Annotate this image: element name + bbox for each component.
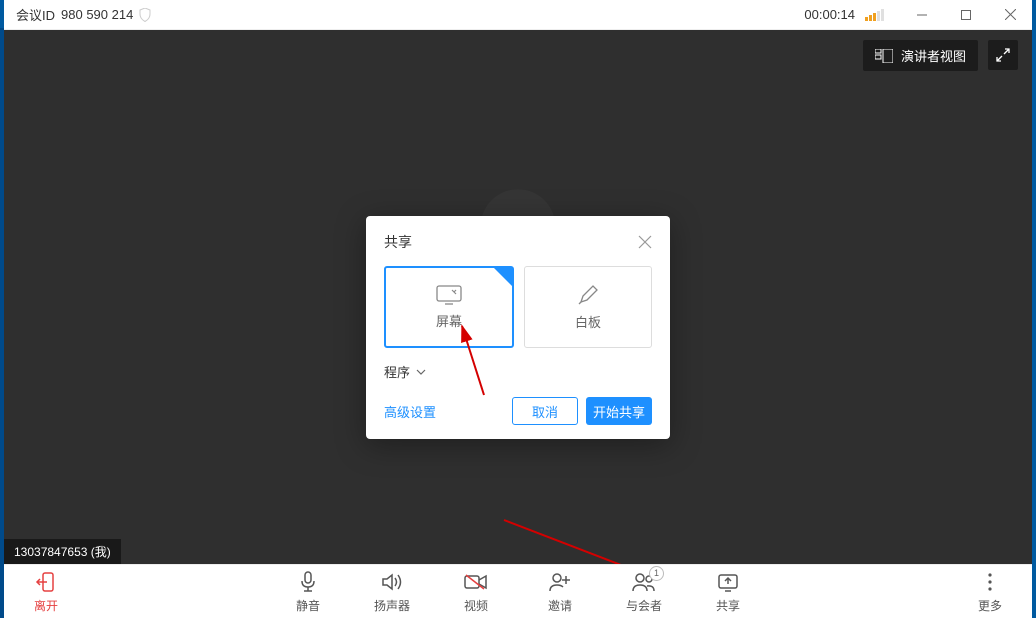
leave-label: 离开 [34,597,58,614]
dialog-title: 共享 [384,232,412,252]
fullscreen-button[interactable] [988,40,1018,70]
speaker-view-label: 演讲者视图 [901,46,966,65]
speaker-icon [381,570,403,594]
participant-name-tag: 13037847653 (我) [4,539,121,564]
leave-button[interactable]: 离开 [18,570,74,614]
more-icon [988,570,992,594]
invite-button[interactable]: 邀请 [532,570,588,614]
meeting-id: 会议ID 980 590 214 [16,5,151,24]
share-option-whiteboard-label: 白板 [575,312,601,331]
participants-button[interactable]: 与会者 [616,570,672,614]
video-label: 视频 [464,597,488,614]
cancel-button[interactable]: 取消 [512,397,578,425]
invite-icon [549,570,571,594]
meeting-id-label: 会议ID [16,5,55,24]
signal-icon [865,9,884,21]
close-icon[interactable] [638,235,652,249]
mute-button[interactable]: 静音 [280,570,336,614]
meeting-timer: 00:00:14 [804,7,855,22]
chevron-down-icon [416,369,426,375]
camera-off-icon [464,570,488,594]
minimize-button[interactable] [900,0,944,30]
titlebar: 会议ID 980 590 214 00:00:14 [4,0,1032,30]
pencil-icon [577,284,599,306]
video-area: 演讲者视图 anxz.com 13037847653 (我) 共享 屏幕 [4,30,1032,564]
microphone-icon [298,570,318,594]
share-label: 共享 [716,597,740,614]
participants-label: 与会者 [626,597,662,614]
video-button[interactable]: 视频 [448,570,504,614]
shield-icon [139,8,151,22]
mute-label: 静音 [296,597,320,614]
bottom-toolbar: 离开 静音 扬声器 视频 邀请 与会者 [4,564,1032,618]
maximize-button[interactable] [944,0,988,30]
share-dialog: 共享 屏幕 白板 程序 高级设置 [366,216,670,439]
programs-label: 程序 [384,362,410,381]
more-button[interactable]: 更多 [962,570,1018,614]
speaker-label: 扬声器 [374,597,410,614]
advanced-settings-link[interactable]: 高级设置 [384,402,436,421]
speaker-button[interactable]: 扬声器 [364,570,420,614]
meeting-window: 会议ID 980 590 214 00:00:14 演讲者视图 anxz.com [4,0,1032,618]
leave-icon [35,570,57,594]
share-button[interactable]: 共享 [700,570,756,614]
programs-row[interactable]: 程序 [384,362,652,381]
share-option-screen-label: 屏幕 [436,311,462,330]
speaker-view-button[interactable]: 演讲者视图 [863,40,978,71]
meeting-id-value: 980 590 214 [61,7,133,22]
screen-icon [436,285,462,305]
share-option-whiteboard[interactable]: 白板 [524,266,652,348]
participants-icon [632,570,656,594]
close-button[interactable] [988,0,1032,30]
more-label: 更多 [978,597,1002,614]
share-option-screen[interactable]: 屏幕 [384,266,514,348]
share-icon [717,570,739,594]
start-share-button[interactable]: 开始共享 [586,397,652,425]
invite-label: 邀请 [548,597,572,614]
layout-icon [875,49,893,63]
